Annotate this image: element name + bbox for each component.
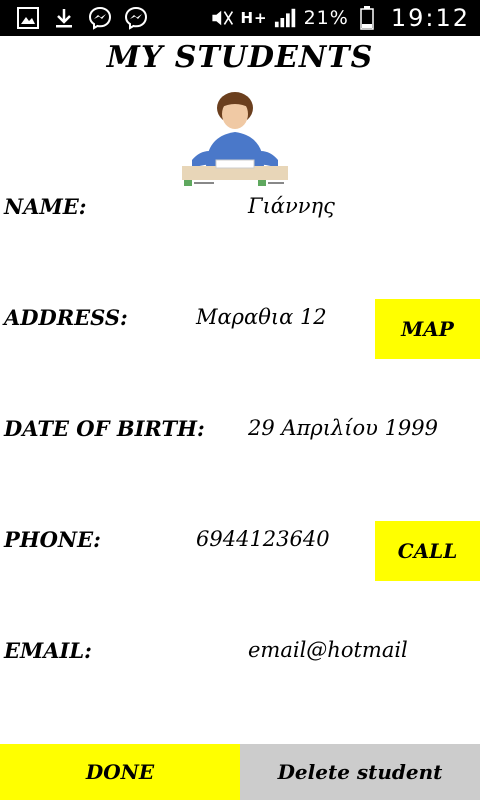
battery-percent: 21% [303, 7, 349, 29]
address-label: ADDRESS: [4, 305, 128, 330]
name-label: NAME: [4, 194, 87, 219]
clock: 19:12 [390, 4, 470, 32]
gallery-icon [16, 6, 40, 30]
battery-icon [355, 6, 379, 30]
messenger-icon [124, 6, 148, 30]
bottom-action-bar: DONE Delete student [0, 744, 480, 800]
done-button[interactable]: DONE [0, 744, 240, 800]
map-button[interactable]: MAP [375, 299, 480, 359]
dob-value: 29 Απριλίου 1999 [248, 416, 439, 440]
email-label: EMAIL: [4, 638, 92, 663]
student-photo [182, 88, 288, 188]
name-value: Γιάννης [248, 194, 335, 218]
notification-icons [16, 6, 148, 30]
email-value: email@hotmail [248, 638, 408, 662]
system-icons: H+ 21% 19:12 [210, 0, 470, 36]
status-bar: H+ 21% 19:12 [0, 0, 480, 36]
mute-icon [210, 6, 234, 30]
page-title: MY STUDENTS [106, 40, 374, 75]
delete-student-button[interactable]: Delete student [240, 744, 480, 800]
phone-label: PHONE: [4, 527, 101, 552]
download-icon [52, 6, 76, 30]
signal-icon [274, 6, 298, 30]
address-value: Μαραθια 12 [196, 305, 327, 329]
call-button[interactable]: CALL [375, 521, 480, 581]
messenger-icon [88, 6, 112, 30]
dob-label: DATE OF BIRTH: [4, 416, 205, 441]
network-type: H+ [240, 9, 268, 27]
phone-value: 6944123640 [196, 527, 330, 551]
